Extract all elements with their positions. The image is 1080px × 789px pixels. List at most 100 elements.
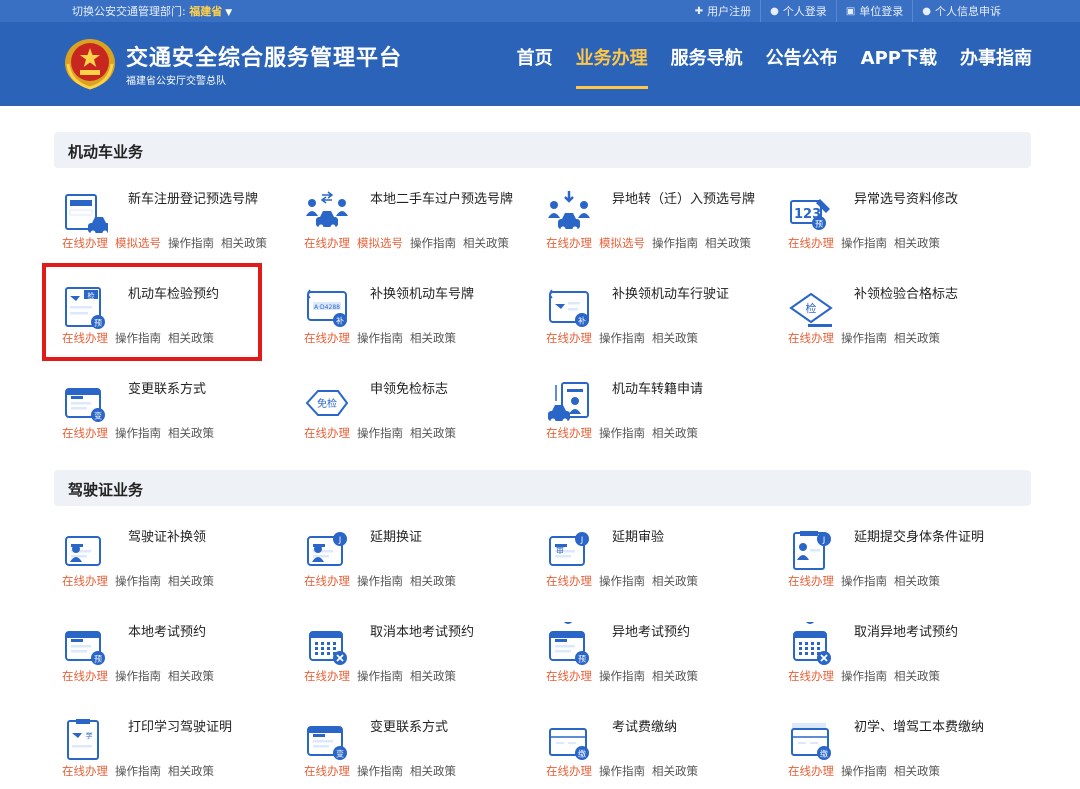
service-item[interactable]: 取消异地考试预约 在线办理 操作指南 相关政策 (780, 614, 1020, 688)
related-policy-link[interactable]: 相关政策 (652, 764, 698, 778)
production-fee-icon[interactable]: 缴 (788, 717, 834, 763)
related-policy-link[interactable]: 相关政策 (652, 574, 698, 588)
service-title[interactable]: 补领检验合格标志 (854, 286, 1004, 304)
service-item[interactable]: 新车注册登记预选号牌 在线办理 模拟选号 操作指南 相关政策 (54, 181, 294, 255)
service-title[interactable]: 异常选号资料修改 (854, 191, 1004, 209)
related-policy-link[interactable]: 相关政策 (894, 574, 940, 588)
operation-guide-link[interactable]: 操作指南 (841, 764, 887, 778)
replace-plate-icon[interactable]: A·D4288 补 (304, 284, 350, 330)
online-handle-link[interactable]: 在线办理 (304, 574, 350, 588)
service-item[interactable]: 检 补领检验合格标志 在线办理 操作指南 相关政策 (780, 276, 1020, 350)
nav-business[interactable]: 业务办理 (575, 44, 648, 89)
exemption-badge-icon[interactable]: 免检 (304, 379, 350, 425)
exam-booking-icon[interactable]: 预 (62, 622, 108, 668)
service-item[interactable]: A·D4288 补 补换领机动车号牌 在线办理 操作指南 相关政策 (296, 276, 536, 350)
delay-renew-icon[interactable]: J (304, 527, 350, 573)
nav-announcements[interactable]: 公告公布 (766, 44, 838, 70)
online-handle-link[interactable]: 在线办理 (546, 426, 592, 440)
service-item[interactable]: 取消本地考试预约 在线办理 操作指南 相关政策 (296, 614, 536, 688)
exam-cancel-icon[interactable] (304, 622, 350, 668)
service-title[interactable]: 补换领机动车号牌 (370, 286, 520, 304)
online-handle-link[interactable]: 在线办理 (304, 331, 350, 345)
service-item[interactable]: 变 变更联系方式 在线办理 操作指南 相关政策 (296, 709, 536, 783)
operation-guide-link[interactable]: 操作指南 (357, 764, 403, 778)
service-title[interactable]: 取消异地考试预约 (854, 624, 1004, 642)
service-title[interactable]: 异地转（迁）入预选号牌 (612, 191, 762, 209)
service-item[interactable]: 异地转（迁）入预选号牌 在线办理 模拟选号 操作指南 相关政策 (538, 181, 778, 255)
print-learner-icon[interactable]: 学 (62, 717, 108, 763)
province-name[interactable]: 福建省 (189, 5, 222, 18)
personal-login-link[interactable]: ● 个人登录 (760, 0, 836, 22)
register-link[interactable]: ✚ 用户注册 (686, 0, 760, 22)
related-policy-link[interactable]: 相关政策 (410, 764, 456, 778)
nav-app-download[interactable]: APP下载 (861, 44, 937, 70)
related-policy-link[interactable]: 相关政策 (410, 669, 456, 683)
related-policy-link[interactable]: 相关政策 (705, 236, 751, 250)
replace-license-icon[interactable]: 补 (546, 284, 592, 330)
online-handle-link[interactable]: 在线办理 (788, 236, 834, 250)
online-handle-link[interactable]: 在线办理 (788, 764, 834, 778)
operation-guide-link[interactable]: 操作指南 (841, 669, 887, 683)
related-policy-link[interactable]: 相关政策 (463, 236, 509, 250)
online-handle-link[interactable]: 在线办理 (62, 236, 108, 250)
exam-fee-icon[interactable]: 缴 (546, 717, 592, 763)
delay-review-icon[interactable]: 审J (546, 527, 592, 573)
unit-login-link[interactable]: ▣ 单位登录 (835, 0, 912, 22)
contact-change-icon[interactable]: 变 (304, 717, 350, 763)
service-item[interactable]: 本地二手车过户预选号牌 在线办理 模拟选号 操作指南 相关政策 (296, 181, 536, 255)
service-item[interactable]: 缴 初学、增驾工本费缴纳 在线办理 操作指南 相关政策 (780, 709, 1020, 783)
service-title[interactable]: 机动车转籍申请 (612, 381, 762, 399)
service-title[interactable]: 延期换证 (370, 529, 520, 547)
delay-health-icon[interactable]: J (788, 527, 834, 573)
vehicle-transfer-icon[interactable] (546, 379, 592, 425)
number-edit-icon[interactable]: 123预 (788, 189, 834, 235)
online-handle-link[interactable]: 在线办理 (62, 426, 108, 440)
related-policy-link[interactable]: 相关政策 (894, 669, 940, 683)
related-policy-link[interactable]: 相关政策 (894, 764, 940, 778)
service-item[interactable]: J 延期提交身体条件证明 在线办理 操作指南 相关政策 (780, 519, 1020, 593)
related-policy-link[interactable]: 相关政策 (652, 669, 698, 683)
mock-select-link[interactable]: 模拟选号 (357, 236, 403, 250)
related-policy-link[interactable]: 相关政策 (168, 574, 214, 588)
service-title[interactable]: 本地考试预约 (128, 624, 278, 642)
contact-change-icon[interactable]: 变 (62, 379, 108, 425)
online-handle-link[interactable]: 在线办理 (62, 669, 108, 683)
operation-guide-link[interactable]: 操作指南 (168, 236, 214, 250)
service-item[interactable]: 学 打印学习驾驶证明 在线办理 操作指南 相关政策 (54, 709, 294, 783)
license-replace-icon[interactable] (62, 527, 108, 573)
service-title[interactable]: 初学、增驾工本费缴纳 (854, 719, 1004, 737)
remote-exam-booking-icon[interactable]: 预 (546, 622, 592, 668)
related-policy-link[interactable]: 相关政策 (652, 426, 698, 440)
online-handle-link[interactable]: 在线办理 (788, 331, 834, 345)
operation-guide-link[interactable]: 操作指南 (115, 764, 161, 778)
related-policy-link[interactable]: 相关政策 (168, 669, 214, 683)
related-policy-link[interactable]: 相关政策 (894, 331, 940, 345)
nav-service-guide[interactable]: 服务导航 (671, 44, 743, 70)
online-handle-link[interactable]: 在线办理 (546, 764, 592, 778)
service-title[interactable]: 变更联系方式 (128, 381, 278, 399)
online-handle-link[interactable]: 在线办理 (62, 574, 108, 588)
operation-guide-link[interactable]: 操作指南 (115, 426, 161, 440)
service-item[interactable]: 预 异地考试预约 在线办理 操作指南 相关政策 (538, 614, 778, 688)
service-title[interactable]: 打印学习驾驶证明 (128, 719, 278, 737)
service-title[interactable]: 补换领机动车行驶证 (612, 286, 762, 304)
service-title[interactable]: 本地二手车过户预选号牌 (370, 191, 520, 209)
online-handle-link[interactable]: 在线办理 (546, 331, 592, 345)
related-policy-link[interactable]: 相关政策 (168, 764, 214, 778)
operation-guide-link[interactable]: 操作指南 (841, 574, 887, 588)
operation-guide-link[interactable]: 操作指南 (599, 426, 645, 440)
online-handle-link[interactable]: 在线办理 (546, 236, 592, 250)
service-title[interactable]: 变更联系方式 (370, 719, 520, 737)
operation-guide-link[interactable]: 操作指南 (410, 236, 456, 250)
online-handle-link[interactable]: 在线办理 (62, 764, 108, 778)
caret-down-icon[interactable]: ▼ (225, 8, 232, 18)
service-item[interactable]: 审J 延期审验 在线办理 操作指南 相关政策 (538, 519, 778, 593)
service-item[interactable]: 机动车转籍申请 在线办理 操作指南 相关政策 (538, 371, 778, 445)
service-item[interactable]: 123 预 异常选号资料修改 在线办理 操作指南 相关政策 (780, 181, 1020, 255)
service-title[interactable]: 考试费缴纳 (612, 719, 762, 737)
operation-guide-link[interactable]: 操作指南 (599, 574, 645, 588)
service-item[interactable]: 预 本地考试预约 在线办理 操作指南 相关政策 (54, 614, 294, 688)
related-policy-link[interactable]: 相关政策 (652, 331, 698, 345)
car-transfer-icon[interactable] (304, 189, 350, 235)
online-handle-link[interactable]: 在线办理 (304, 764, 350, 778)
